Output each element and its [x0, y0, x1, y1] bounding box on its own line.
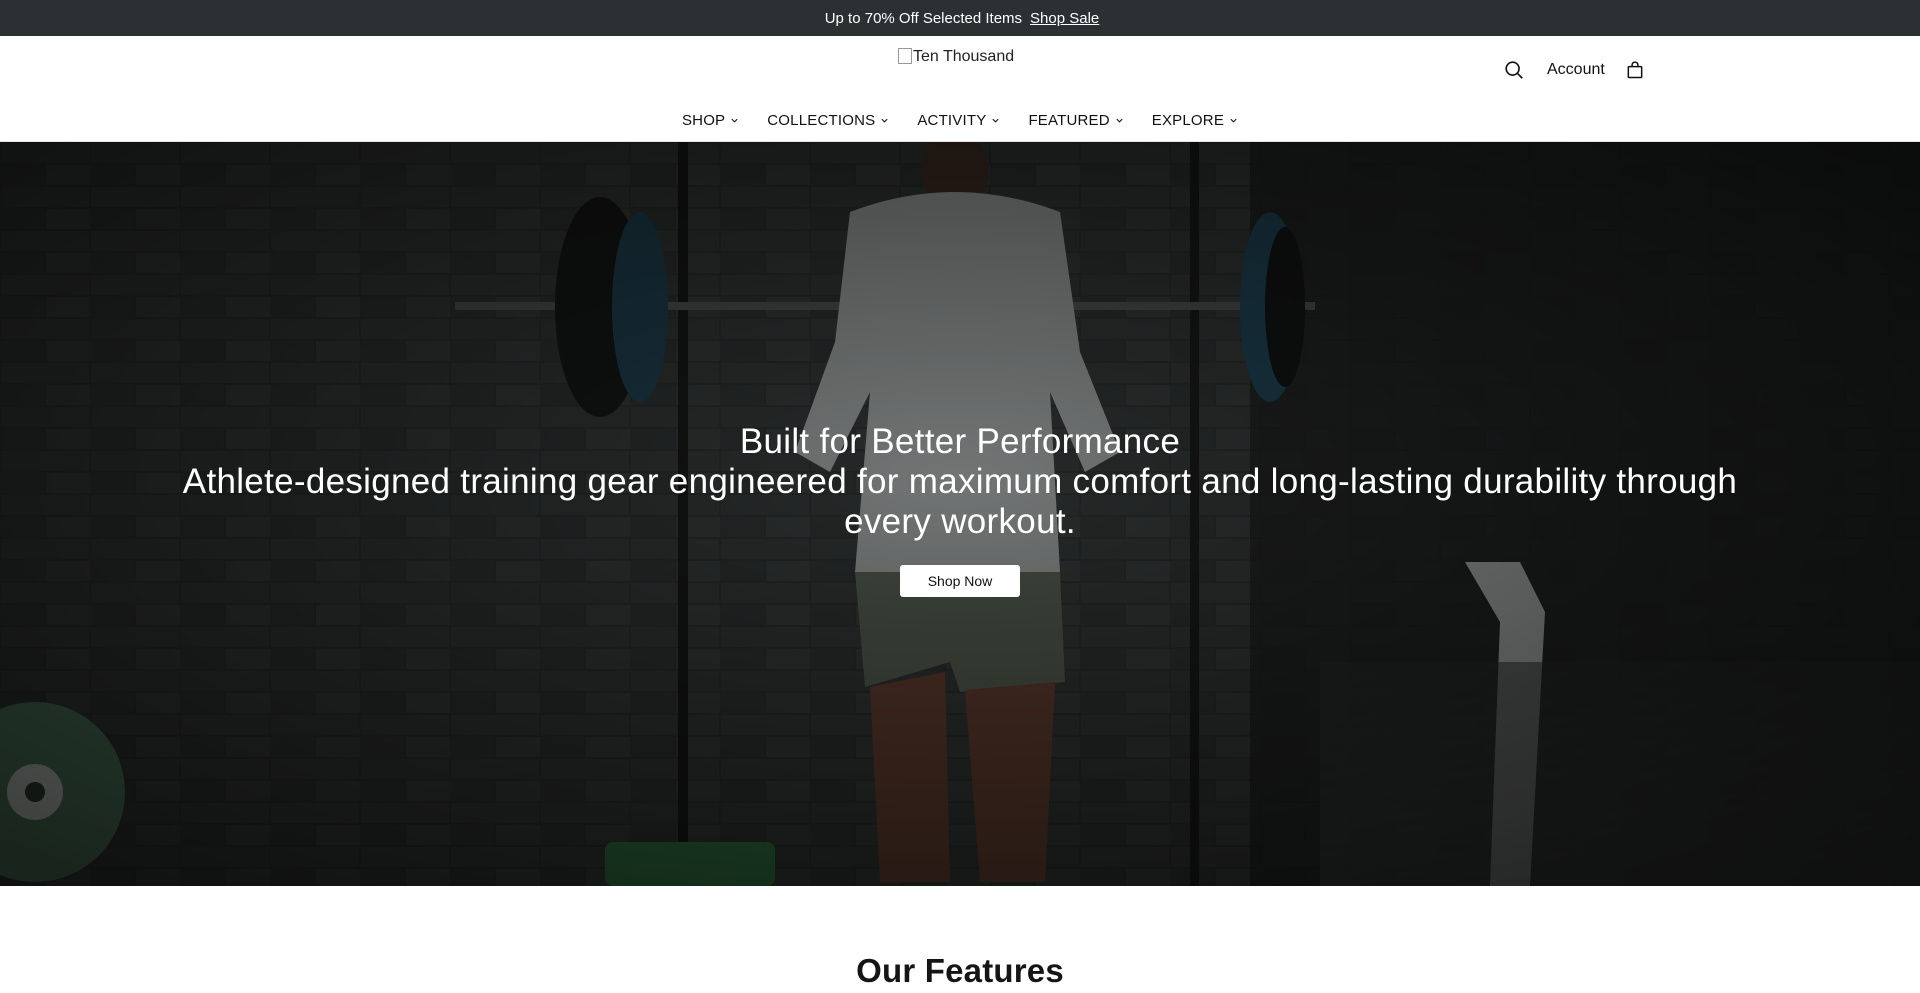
- site-header: Ten Thousand Account SHOP COLLECTIONS AC…: [0, 36, 1920, 142]
- nav-explore[interactable]: EXPLORE: [1152, 112, 1238, 129]
- nav-label: ACTIVITY: [917, 111, 987, 129]
- shop-sale-link[interactable]: Shop Sale: [1030, 10, 1099, 27]
- chevron-down-icon: [992, 118, 1000, 123]
- nav-shop[interactable]: SHOP: [682, 112, 739, 129]
- main-nav: SHOP COLLECTIONS ACTIVITY FEATURED EXPLO…: [0, 108, 1920, 132]
- bag-icon[interactable]: [1625, 60, 1645, 80]
- nav-collections[interactable]: COLLECTIONS: [767, 112, 889, 129]
- account-link[interactable]: Account: [1547, 61, 1605, 79]
- chevron-down-icon: [1230, 118, 1237, 123]
- hero-banner: Built for Better Performance Athlete-des…: [0, 142, 1920, 886]
- nav-featured[interactable]: FEATURED: [1028, 112, 1123, 129]
- chevron-down-icon: [881, 118, 888, 123]
- nav-label: FEATURED: [1028, 111, 1110, 129]
- nav-activity[interactable]: ACTIVITY: [917, 112, 1000, 129]
- announcement-bar: Up to 70% Off Selected Items Shop Sale: [0, 0, 1920, 36]
- chevron-down-icon: [1116, 118, 1123, 123]
- hero-title: Built for Better Performance: [739, 422, 1181, 461]
- logo[interactable]: Ten Thousand: [898, 48, 1014, 66]
- header-actions: Account: [1503, 56, 1645, 84]
- logo-alt-text: Ten Thousand: [913, 48, 1015, 65]
- broken-image-icon: [898, 48, 912, 64]
- hero-content: Built for Better Performance Athlete-des…: [0, 422, 1920, 597]
- shop-now-button[interactable]: Shop Now: [900, 565, 1020, 597]
- hero-subtitle: Athlete-designed training gear engineere…: [182, 462, 1738, 541]
- nav-label: COLLECTIONS: [767, 111, 876, 129]
- features-heading: Our Features: [856, 952, 1064, 989]
- chevron-down-icon: [731, 118, 738, 123]
- search-icon[interactable]: [1503, 59, 1525, 81]
- nav-label: SHOP: [681, 111, 726, 129]
- nav-label: EXPLORE: [1151, 111, 1225, 129]
- announcement-text: Up to 70% Off Selected Items: [824, 9, 1023, 27]
